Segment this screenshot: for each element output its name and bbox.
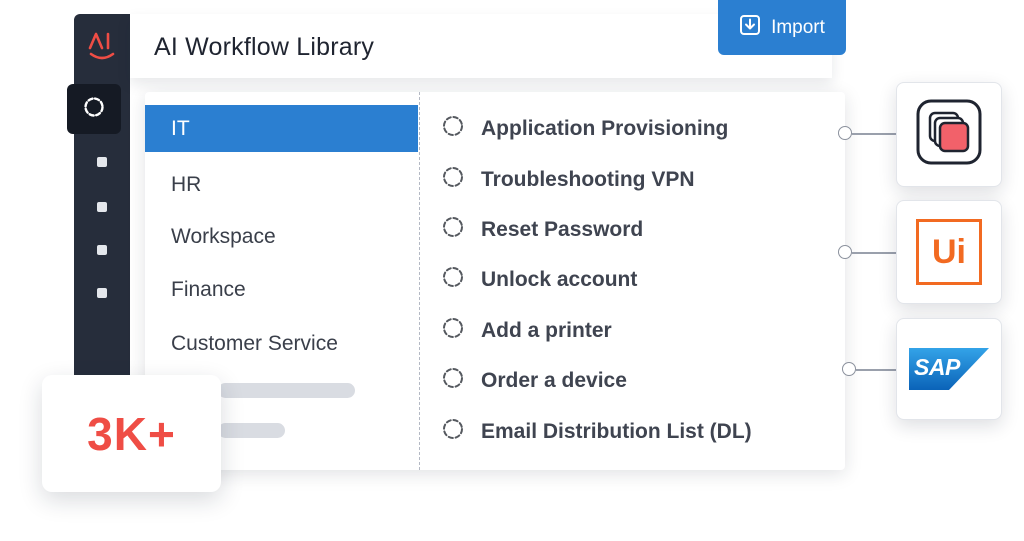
- category-it[interactable]: IT: [145, 105, 418, 152]
- workflow-sync-icon: [441, 215, 481, 245]
- workflow-label: Troubleshooting VPN: [481, 168, 695, 191]
- category-hr[interactable]: HR: [145, 161, 418, 208]
- connector-node: [838, 245, 852, 259]
- uipath-logo: Ui: [916, 219, 982, 285]
- workflow-label: Reset Password: [481, 218, 644, 241]
- workflow-item[interactable]: Unlock account: [441, 265, 637, 295]
- sync-icon: [82, 95, 106, 124]
- sidebar-item-3[interactable]: [97, 245, 107, 255]
- category-label: HR: [171, 172, 202, 196]
- category-label: Customer Service: [171, 331, 338, 355]
- workflow-label: Application Provisioning: [481, 117, 729, 140]
- placeholder-bar: [218, 383, 355, 398]
- workflow-item[interactable]: Troubleshooting VPN: [441, 165, 695, 195]
- workflow-count-value: 3K+: [87, 407, 176, 460]
- workflow-label: Add a printer: [481, 319, 612, 342]
- connector-line: [852, 252, 897, 254]
- workflow-item[interactable]: Email Distribution List (DL): [441, 417, 752, 447]
- workflow-item[interactable]: Application Provisioning: [441, 114, 728, 144]
- category-label: Finance: [171, 277, 246, 301]
- placeholder-bar: [218, 423, 285, 438]
- main-panel: IT HR Workspace Finance Customer Service…: [145, 92, 845, 470]
- workflow-item[interactable]: Order a device: [441, 366, 627, 396]
- category-workspace[interactable]: Workspace: [145, 213, 418, 260]
- workflow-item[interactable]: Reset Password: [441, 215, 643, 245]
- workflow-library-illustration: AI Workflow Library Import IT HR Workspa…: [0, 0, 1024, 541]
- sync-nav-button[interactable]: [67, 84, 121, 134]
- connector-line: [856, 369, 897, 371]
- category-label: Workspace: [171, 224, 276, 248]
- workflow-item[interactable]: Add a printer: [441, 316, 612, 346]
- integration-card-uipath[interactable]: Ui: [896, 200, 1002, 304]
- workflow-sync-icon: [441, 316, 481, 346]
- integration-card-stack[interactable]: [896, 82, 1002, 187]
- import-button[interactable]: Import: [718, 0, 846, 55]
- page-title: AI Workflow Library: [154, 33, 375, 61]
- sap-logo: SAP: [909, 348, 989, 390]
- import-label: Import: [771, 16, 825, 38]
- category-label: IT: [171, 116, 190, 140]
- import-icon: [739, 14, 761, 42]
- workflow-sync-icon: [441, 165, 481, 195]
- workflow-sync-icon: [441, 114, 481, 144]
- connector-line: [852, 133, 897, 135]
- workflow-label: Email Distribution List (DL): [481, 420, 752, 443]
- workflow-sync-icon: [441, 417, 481, 447]
- workflow-sync-icon: [441, 366, 481, 396]
- workflow-count-badge: 3K+: [42, 375, 221, 492]
- sidebar-item-4[interactable]: [97, 288, 107, 298]
- workflow-label: Unlock account: [481, 268, 638, 291]
- column-divider: [419, 92, 420, 470]
- connector-node: [838, 126, 852, 140]
- workflow-sync-icon: [441, 265, 481, 295]
- integration-card-sap[interactable]: SAP: [896, 318, 1002, 420]
- workflow-label: Order a device: [481, 369, 627, 392]
- category-finance[interactable]: Finance: [145, 266, 418, 313]
- category-customer-service[interactable]: Customer Service: [145, 320, 418, 367]
- connector-node: [842, 362, 856, 376]
- sidebar-item-2[interactable]: [97, 202, 107, 212]
- ai-logo: [82, 26, 122, 66]
- stack-app-icon: [916, 99, 982, 170]
- sidebar-item-1[interactable]: [97, 157, 107, 167]
